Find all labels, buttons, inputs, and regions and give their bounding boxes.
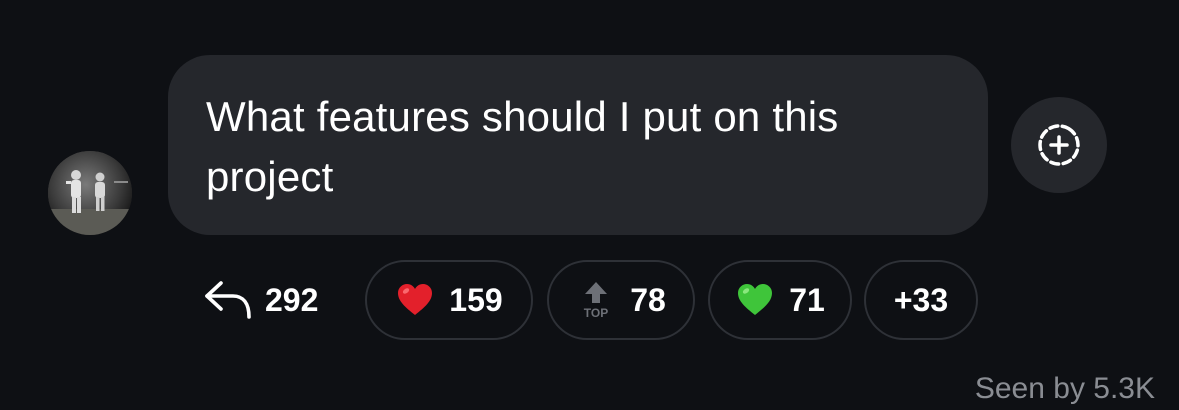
reply-count: 292	[265, 281, 319, 318]
reaction-top[interactable]: TOP 78	[547, 260, 695, 340]
seen-by-label: Seen by 5.3K	[974, 372, 1155, 405]
add-reaction-button[interactable]	[1011, 97, 1107, 193]
green-heart-icon	[738, 284, 773, 315]
svg-text:TOP: TOP	[584, 306, 608, 320]
more-reactions-button[interactable]: +33	[864, 260, 978, 340]
reply-arrow-icon	[205, 281, 251, 319]
avatar[interactable]	[48, 151, 132, 235]
reaction-green-heart[interactable]: 71	[708, 260, 852, 340]
top-arrow-icon: TOP	[584, 282, 608, 320]
reaction-count: 159	[449, 281, 503, 318]
message-bubble[interactable]: What features should I put on this proje…	[168, 55, 988, 235]
reaction-count: 71	[789, 281, 825, 318]
message-thread: What features should I put on this proje…	[0, 0, 1179, 410]
add-reaction-icon	[1038, 124, 1080, 166]
message-text: What features should I put on this proje…	[206, 93, 839, 200]
reaction-red-heart[interactable]: 159	[365, 260, 533, 340]
red-heart-icon	[398, 284, 433, 315]
avatar-photo	[48, 151, 132, 235]
reply-button[interactable]: 292	[203, 273, 318, 327]
more-reactions-count: +33	[893, 281, 949, 318]
reaction-count: 78	[630, 281, 666, 318]
